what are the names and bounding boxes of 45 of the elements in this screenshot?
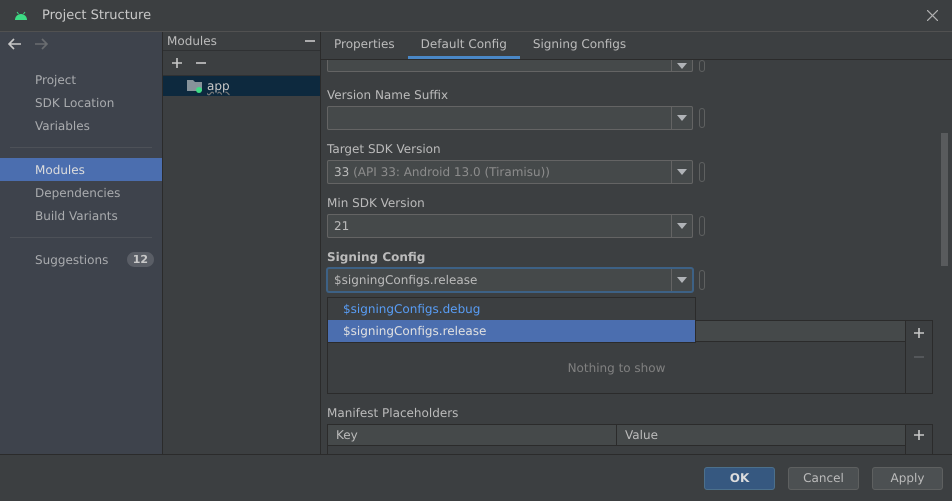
dropdown-field[interactable]: 21 [327,214,693,238]
field-label: Min SDK Version [327,196,426,210]
caret-icon [677,115,687,121]
dropdown-option[interactable]: $signingConfigs.release [328,320,695,342]
caret-icon [677,277,687,283]
column-header: Value [616,425,905,445]
add-icon[interactable] [913,327,925,339]
count-badge: 12 [126,252,154,267]
nav-item[interactable]: Variables [0,114,162,137]
dialog-button[interactable]: OK [704,466,775,490]
nav-item[interactable]: Modules [0,158,162,181]
scrollbar[interactable] [941,133,948,266]
tab[interactable]: Signing Configs [520,32,640,59]
column-header: Key [335,427,359,444]
nav-item[interactable]: Build Variants [0,204,162,227]
dropdown-field[interactable] [327,106,693,130]
nav-item[interactable]: Dependencies [0,181,162,204]
nav-item[interactable]: Suggestions 12 [0,248,162,271]
nav-item[interactable]: Project [0,68,162,91]
dropdown-option[interactable]: $signingConfigs.debug [328,298,695,320]
window-title: Project Structure [42,8,152,23]
dropdown-field[interactable]: 33 (API 33: Android 13.0 (Tiramisu)) [327,160,693,184]
dialog-button[interactable]: Apply [872,466,943,490]
add-icon[interactable] [171,57,183,69]
field-label: Signing Config [327,250,426,264]
android-logo-icon [14,11,28,20]
panel-title: Modules [167,34,217,48]
caret-icon [677,223,687,229]
dropdown-field[interactable]: $signingConfigs.release [327,268,693,292]
dialog-button[interactable]: Cancel [788,466,859,490]
caret-icon [677,62,687,68]
add-icon[interactable] [913,429,925,441]
tab[interactable]: Properties [321,32,408,59]
nav-label: Suggestions [35,252,108,266]
nav-item[interactable]: SDK Location [0,91,162,114]
dropdown-field[interactable] [327,60,693,72]
back-arrow-icon[interactable] [8,38,22,50]
module-folder-icon [187,79,203,93]
caret-icon [677,169,687,175]
empty-message: Nothing to show [566,360,666,376]
section-label: Manifest Placeholders [327,406,460,420]
close-icon[interactable] [927,10,938,21]
module-item[interactable]: app [163,76,320,96]
field-label: Target SDK Version [327,142,442,156]
field-label: Version Name Suffix [327,88,450,102]
